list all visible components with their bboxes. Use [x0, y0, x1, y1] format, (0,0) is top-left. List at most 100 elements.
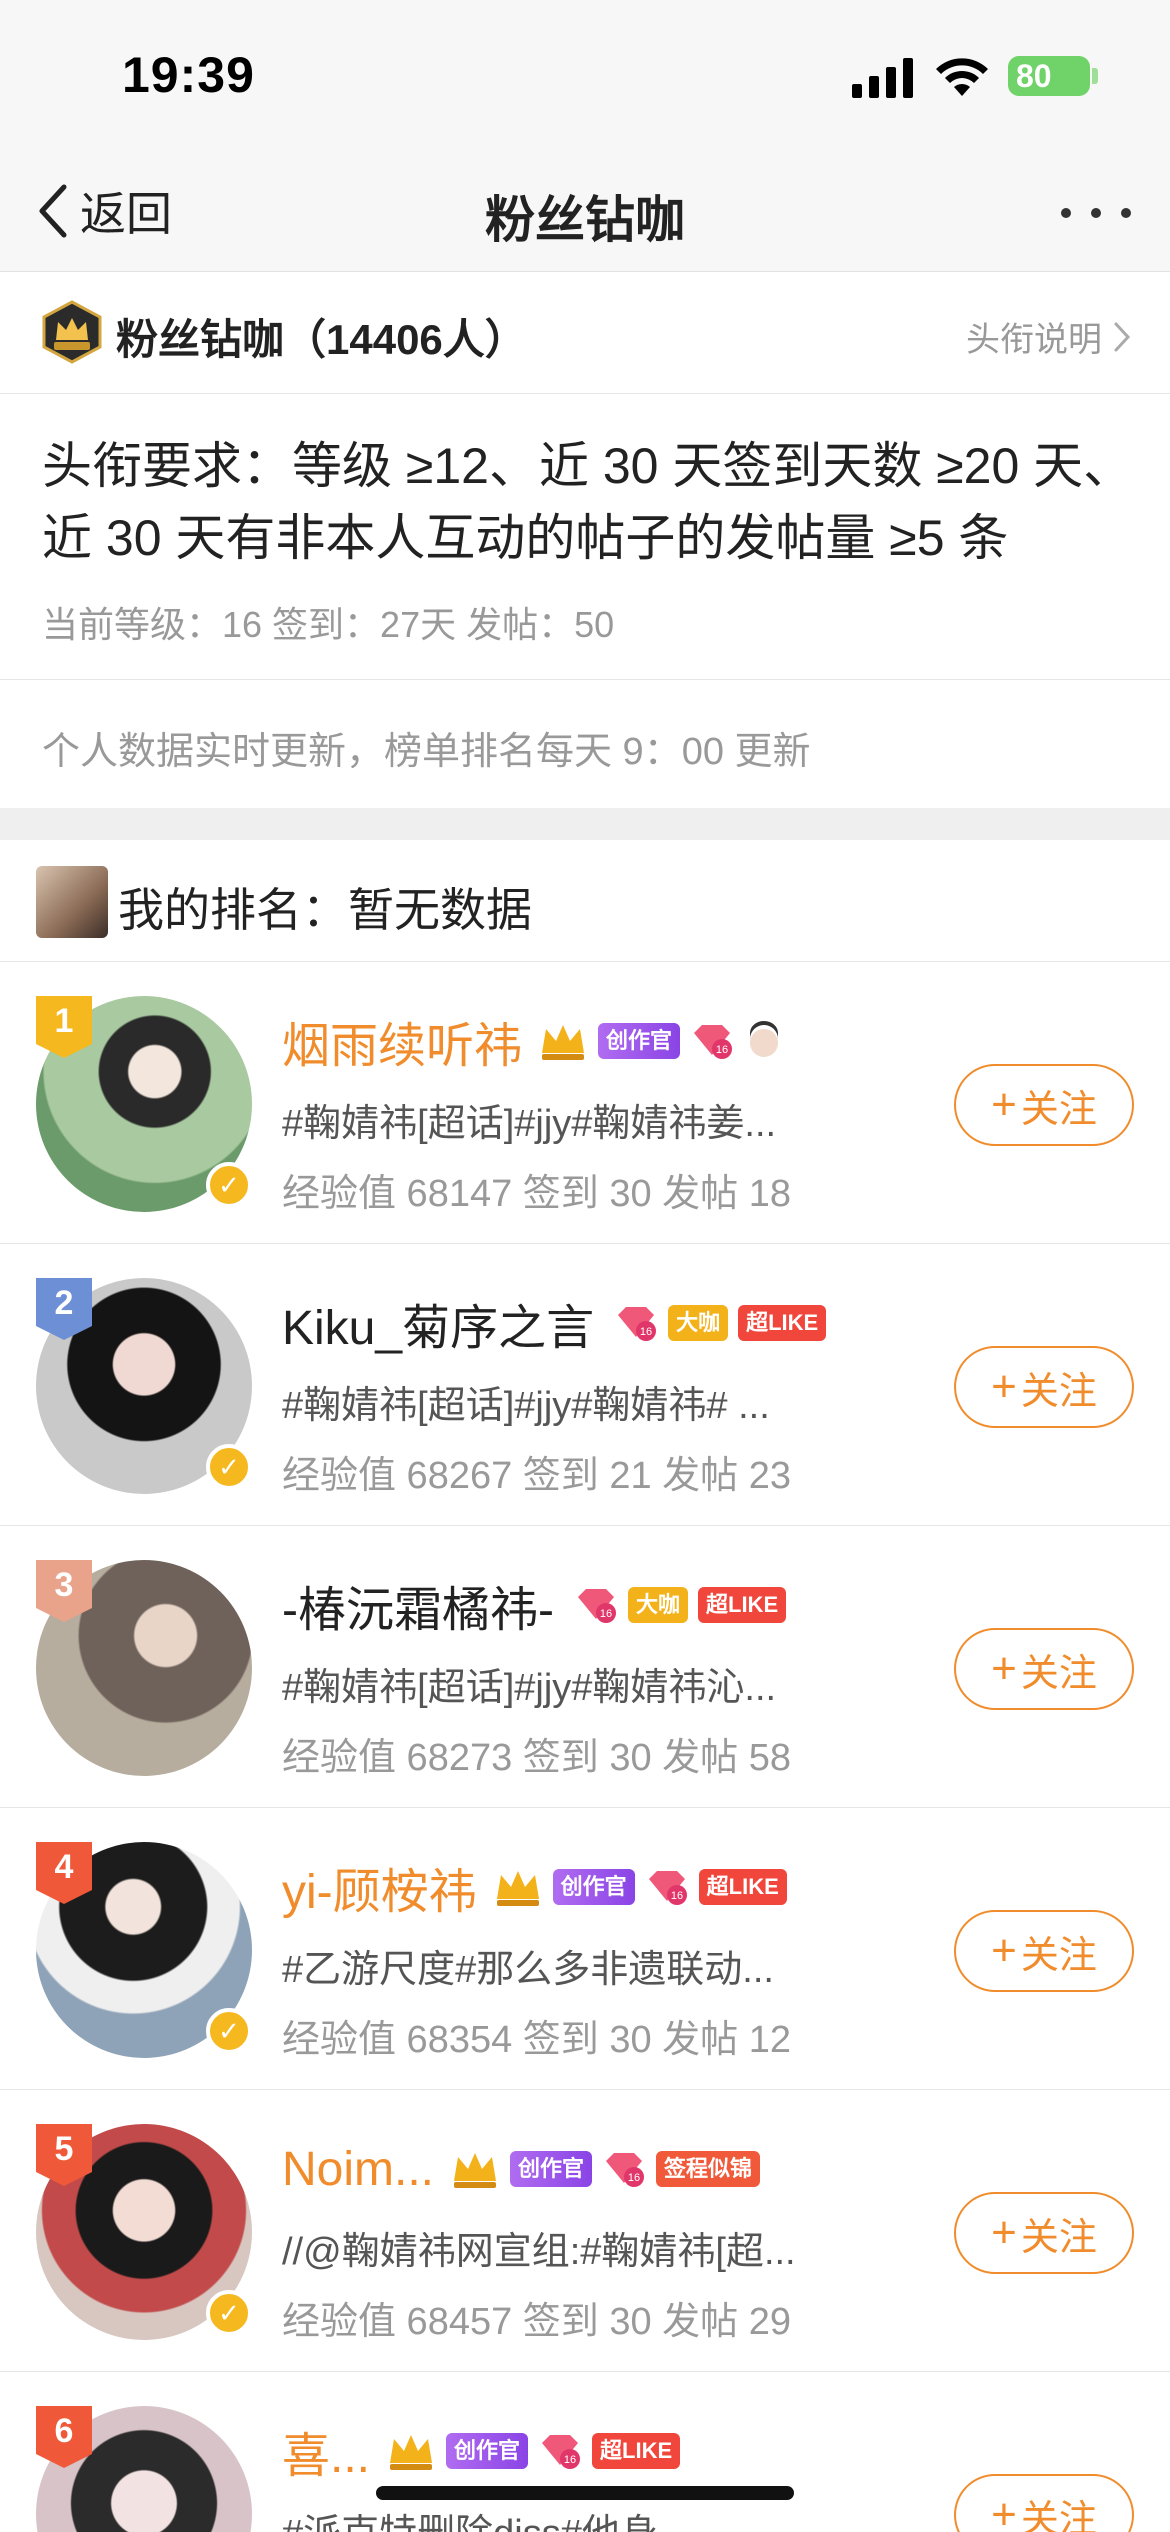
title-count: 粉丝钻咖（14406人）: [116, 316, 527, 363]
ranking-row[interactable]: 1 ✓ 烟雨续听祎 创作官 16 #鞠婧祎[超话]#jjy#鞠婧祎姜... 经验值 6814…: [0, 962, 1170, 1244]
super-like-tag: 超LIKE: [698, 1587, 787, 1623]
plus-icon: +: [991, 2490, 1017, 2532]
super-like-tag: 超LIKE: [592, 2433, 681, 2469]
user-tags: 16 大咖 超LIKE: [604, 1303, 827, 1343]
status-time: 19:39: [122, 47, 255, 103]
user-post-preview: #乙游尺度#那么多非遗联动...: [282, 1949, 774, 1991]
rank-badge: 1: [36, 996, 92, 1060]
rank-number: 1: [54, 1002, 74, 1040]
rank-badge: 3: [36, 1560, 92, 1624]
user-post-preview: #派克特删除diss#他身...: [282, 2502, 690, 2532]
user-post-preview: #鞠婧祎[超话]#jjy#鞠婧祎# ...: [282, 1385, 770, 1427]
user-tags: 创作官 16: [532, 1019, 784, 1063]
ranking-row[interactable]: 2 ✓ Kiku_菊序之言 16 大咖 超LIKE #鞠婧祎[超话]#jjy#鞠婧祎# ..…: [0, 1244, 1170, 1526]
user-name-line: 烟雨续听祎 创作官 16: [282, 1008, 784, 1074]
rank-badge: 2: [36, 1278, 92, 1342]
follow-button[interactable]: + 关注: [954, 1628, 1134, 1710]
plus-icon: +: [991, 2208, 1017, 2257]
checkin-tag: 签程似锦: [656, 2151, 761, 2187]
ranking-row[interactable]: 5 ✓ Noim... 创作官 16 签程似锦 //@鞠婧祎网宣组:#鞠婧祎[超... 经验值…: [0, 2090, 1170, 2372]
user-name-line: Kiku_菊序之言 16 大咖 超LIKE: [282, 1288, 827, 1358]
verified-badge-icon: ✓: [206, 2008, 252, 2054]
user-tags: 创作官 16 签程似锦: [444, 2147, 761, 2191]
plus-icon: +: [991, 1926, 1017, 1975]
crown-icon: [454, 2153, 497, 2188]
super-crown-badge-icon: [42, 300, 102, 364]
user-stats: 经验值 68267 签到 21 发帖 23: [282, 1455, 791, 1497]
ranking-row[interactable]: 6 喜... 创作官 16 超LIKE #派克特删除diss#他身... +关注: [0, 2372, 1170, 2532]
svg-text:16: 16: [640, 1326, 652, 1338]
title-explain-link[interactable]: 头衔说明: [966, 312, 1132, 361]
battery-icon: 80: [1008, 56, 1090, 96]
fan-level-gem-icon: 16: [577, 1589, 616, 1623]
follow-button[interactable]: + 关注: [954, 1910, 1134, 1992]
follow-button[interactable]: + 关注: [954, 2474, 1134, 2532]
creator-tag: 创作官: [446, 2433, 529, 2469]
user-name-line: Noim... 创作官 16 签程似锦: [282, 2136, 761, 2202]
follow-label: 关注: [1020, 1934, 1097, 1977]
user-name[interactable]: yi-顾桉祎: [282, 1852, 477, 1922]
current-stats: 当前等级：16 签到：27天 发帖：50: [42, 604, 615, 645]
creator-tag: 创作官: [510, 2151, 593, 2187]
more-icon[interactable]: [1056, 198, 1136, 228]
rank-badge: 5: [36, 2124, 92, 2188]
status-bar: 19:39 80: [0, 0, 1170, 150]
rank-number: 5: [54, 2130, 74, 2168]
update-note-text: 个人数据实时更新，榜单排名每天 9：00 更新: [42, 731, 811, 773]
ranking-row[interactable]: 4 ✓ yi-顾桉祎 创作官 16 超LIKE #乙游尺度#那么多非遗联动... 经验值 68…: [0, 1808, 1170, 2090]
crown-icon: [390, 2435, 433, 2470]
svg-text:16: 16: [564, 2454, 576, 2466]
user-tags: 创作官 16 超LIKE: [487, 1865, 787, 1909]
user-name[interactable]: Noim...: [282, 2142, 434, 2197]
face-avatar-icon: [750, 1021, 779, 1057]
rank-number: 6: [54, 2412, 74, 2450]
user-name[interactable]: -椿沅霜橘祎-: [282, 1570, 554, 1640]
follow-button[interactable]: + 关注: [954, 2192, 1134, 2274]
user-tags: 16 大咖 超LIKE: [564, 1585, 787, 1625]
plus-icon: +: [991, 1362, 1017, 1411]
creator-tag: 创作官: [598, 1023, 681, 1059]
fan-level-gem-icon: 16: [542, 2435, 581, 2469]
rank-badge: 6: [36, 2406, 92, 2470]
user-stats: 经验值 68354 签到 30 发帖 12: [282, 2019, 791, 2061]
page-title: 粉丝钻咖: [485, 192, 685, 248]
requirement-text: 头衔要求：等级 ≥12、近 30 天签到天数 ≥20 天、近 30 天有非本人互…: [42, 438, 1134, 566]
fan-level-gem-icon: 16: [694, 1025, 733, 1059]
svg-text:16: 16: [716, 1044, 728, 1056]
user-post-preview: #鞠婧祎[超话]#jjy#鞠婧祎沁...: [282, 1667, 777, 1709]
user-name[interactable]: Kiku_菊序之言: [282, 1288, 594, 1358]
crown-icon: [542, 1025, 585, 1060]
title-explain-label: 头衔说明: [966, 321, 1102, 359]
big-shot-tag: 大咖: [668, 1305, 729, 1341]
follow-label: 关注: [1020, 1088, 1097, 1131]
rank-number: 3: [54, 1566, 74, 1604]
user-tags: 创作官 16 超LIKE: [380, 2429, 681, 2473]
fan-level-gem-icon: 16: [618, 1307, 657, 1341]
user-stats: 经验值 68147 签到 30 发帖 18: [282, 1173, 791, 1215]
follow-label: 关注: [1020, 1370, 1097, 1413]
plus-icon: +: [991, 1080, 1017, 1129]
follow-label: 关注: [1020, 2216, 1097, 2259]
follow-button[interactable]: + 关注: [954, 1064, 1134, 1146]
home-indicator[interactable]: [376, 2486, 794, 2500]
follow-button[interactable]: + 关注: [954, 1346, 1134, 1428]
crown-icon: [496, 1871, 539, 1906]
creator-tag: 创作官: [552, 1869, 635, 1905]
verified-badge-icon: ✓: [206, 1444, 252, 1490]
user-stats: 经验值 68457 签到 30 发帖 29: [282, 2301, 791, 2343]
section-divider: [0, 808, 1170, 840]
user-stats: 经验值 68273 签到 30 发帖 58: [282, 1737, 791, 1779]
svg-text:16: 16: [671, 1890, 683, 1902]
ranking-row[interactable]: 3 -椿沅霜橘祎- 16 大咖 超LIKE #鞠婧祎[超话]#jjy#鞠婧祎沁... 经验值…: [0, 1526, 1170, 1808]
super-like-tag: 超LIKE: [698, 1869, 787, 1905]
follow-label: 关注: [1020, 1652, 1097, 1695]
title-requirement: 头衔要求：等级 ≥12、近 30 天签到天数 ≥20 天、近 30 天有非本人互…: [0, 394, 1170, 680]
verified-badge-icon: ✓: [206, 1162, 252, 1208]
user-name-line: -椿沅霜橘祎- 16 大咖 超LIKE: [282, 1570, 787, 1640]
user-name[interactable]: 烟雨续听祎: [282, 1006, 522, 1076]
big-shot-tag: 大咖: [627, 1587, 688, 1623]
follow-label: 关注: [1020, 2498, 1097, 2532]
rank-badge: 4: [36, 1842, 92, 1906]
user-name-line: 喜... 创作官 16 超LIKE: [282, 2416, 681, 2486]
user-name[interactable]: 喜...: [282, 2416, 370, 2486]
